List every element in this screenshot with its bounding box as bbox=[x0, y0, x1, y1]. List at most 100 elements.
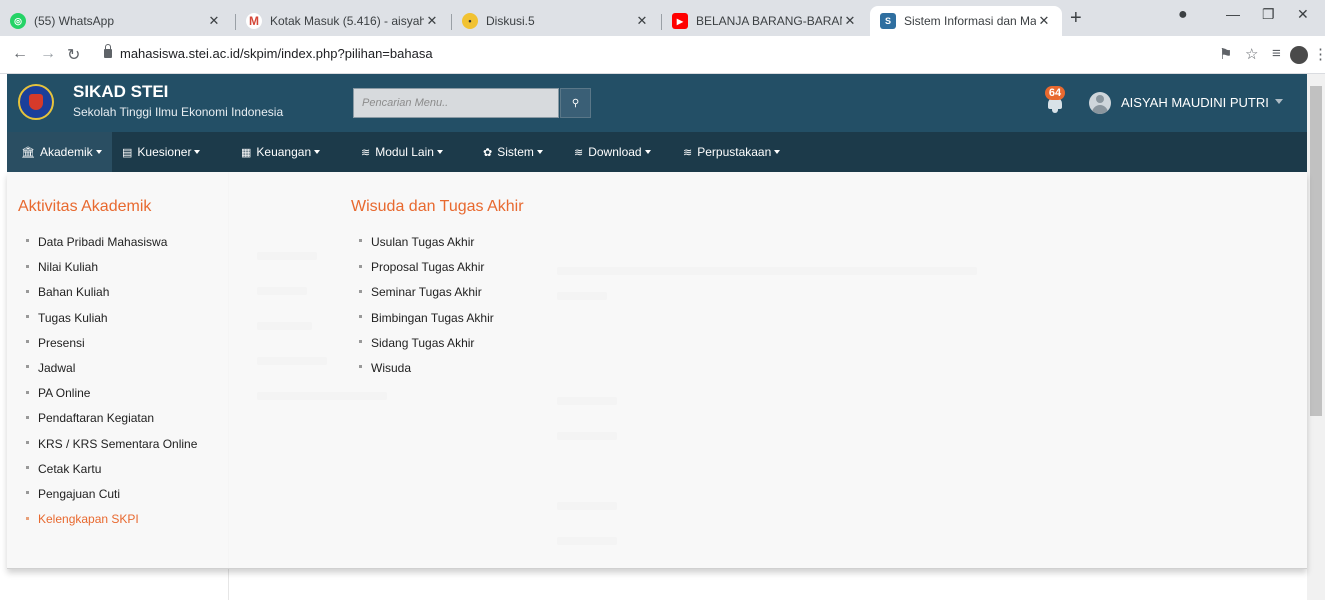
bullet-icon bbox=[26, 491, 29, 495]
menu-item[interactable]: Jadwal bbox=[26, 361, 75, 375]
menu-item-label: Pengajuan Cuti bbox=[38, 487, 121, 501]
menu-column-title: Aktivitas Akademik bbox=[18, 198, 152, 215]
tab-title: (55) WhatsApp bbox=[34, 14, 115, 28]
menu-item-label: Sidang Tugas Akhir bbox=[371, 335, 475, 350]
profile-avatar[interactable] bbox=[1290, 46, 1308, 64]
nav-keuangan[interactable]: ▦ Keuangan bbox=[241, 132, 321, 172]
browser-tab[interactable]: • Diskusi.5 ✕ bbox=[452, 6, 660, 36]
menu-column-title: Wisuda dan Tugas Akhir bbox=[351, 198, 524, 215]
menu-item[interactable]: Presensi bbox=[26, 336, 85, 350]
menu-item[interactable]: Pendaftaran Kegiatan bbox=[26, 411, 154, 425]
form-icon: ▤ bbox=[122, 146, 133, 159]
browser-tab[interactable]: ▶ BELANJA BARANG-BARANG ✕ bbox=[662, 6, 868, 36]
close-icon[interactable]: ✕ bbox=[206, 13, 222, 29]
tab-search-icon[interactable]: ● bbox=[1178, 6, 1188, 24]
menu-item[interactable]: Bimbingan Tugas Akhir bbox=[359, 311, 494, 325]
menu-item-label: Bahan Kuliah bbox=[38, 285, 110, 300]
menu-item[interactable]: Wisuda bbox=[359, 361, 411, 375]
tab-title: Sistem Informasi dan Manaje bbox=[904, 14, 1036, 28]
menu-item-label: KRS / KRS Sementara Online bbox=[38, 436, 198, 451]
user-name[interactable]: AISYAH MAUDINI PUTRI bbox=[1121, 95, 1269, 110]
akademik-dropdown-menu: Aktivitas Akademik Data Pribadi Mahasisw… bbox=[7, 172, 1307, 569]
forward-icon[interactable]: → bbox=[40, 45, 56, 63]
close-icon[interactable]: ✕ bbox=[424, 13, 440, 29]
menu-item[interactable]: Kelengkapan SKPI bbox=[26, 512, 139, 526]
translate-icon[interactable]: ⚑ bbox=[1219, 45, 1232, 63]
bullet-icon bbox=[359, 264, 362, 268]
browser-tab[interactable]: M Kotak Masuk (5.416) - aisyah ✕ bbox=[236, 6, 450, 36]
nav-label: Keuangan bbox=[256, 145, 312, 159]
new-tab-button[interactable]: + bbox=[1070, 8, 1082, 28]
menu-item[interactable]: PA Online bbox=[26, 386, 90, 400]
scrollbar-thumb[interactable] bbox=[1310, 86, 1322, 416]
menu-item-label: Proposal Tugas Akhir bbox=[371, 260, 485, 275]
bullet-icon bbox=[26, 440, 29, 444]
search-icon: ⚲ bbox=[571, 97, 580, 109]
brand-name: SIKAD STEI bbox=[73, 82, 169, 101]
close-icon[interactable]: ✕ bbox=[634, 13, 650, 29]
menu-search-input[interactable] bbox=[353, 88, 559, 118]
nav-download[interactable]: ≋ Download bbox=[574, 132, 651, 172]
menu-item[interactable]: Tugas Kuliah bbox=[26, 311, 108, 325]
nav-perpustakaan[interactable]: ≋ Perpustakaan bbox=[683, 132, 781, 172]
stei-logo bbox=[18, 84, 54, 120]
menu-item[interactable]: Bahan Kuliah bbox=[26, 285, 109, 299]
stack-icon: ≋ bbox=[574, 146, 584, 159]
bullet-icon bbox=[359, 289, 362, 293]
menu-icon[interactable]: ⋮ bbox=[1313, 45, 1325, 63]
close-icon[interactable]: ✕ bbox=[1036, 13, 1052, 29]
stack-icon: ≋ bbox=[683, 146, 693, 159]
nav-label: Sistem bbox=[497, 145, 534, 159]
menu-item[interactable]: Seminar Tugas Akhir bbox=[359, 285, 482, 299]
menu-item[interactable]: Data Pribadi Mahasiswa bbox=[26, 235, 167, 249]
site-icon: S bbox=[880, 13, 896, 29]
menu-item[interactable]: Pengajuan Cuti bbox=[26, 487, 120, 501]
restore-icon[interactable]: ❐ bbox=[1262, 6, 1275, 23]
nav-label: Perpustakaan bbox=[697, 145, 772, 159]
search-button[interactable]: ⚲ bbox=[560, 88, 591, 118]
bullet-icon bbox=[359, 340, 362, 344]
close-icon[interactable]: ✕ bbox=[842, 13, 858, 29]
page-icon: • bbox=[462, 13, 478, 29]
menu-item[interactable]: Proposal Tugas Akhir bbox=[359, 260, 484, 274]
menu-item[interactable]: Usulan Tugas Akhir bbox=[359, 235, 474, 249]
tab-title: BELANJA BARANG-BARANG bbox=[696, 14, 842, 28]
menu-item-label: PA Online bbox=[38, 386, 91, 401]
url-field[interactable]: mahasiswa.stei.ac.id/skpim/index.php?pil… bbox=[120, 46, 433, 61]
bullet-icon bbox=[26, 415, 29, 419]
bullet-icon bbox=[359, 239, 362, 243]
menu-column-aktivitas: Aktivitas Akademik Data Pribadi Mahasisw… bbox=[18, 198, 197, 526]
page-scrollbar[interactable] bbox=[1307, 74, 1325, 600]
browser-tab-bar: ◎ (55) WhatsApp ✕ M Kotak Masuk (5.416) … bbox=[0, 0, 1325, 36]
gear-icon: ✿ bbox=[483, 146, 493, 159]
nav-kuesioner[interactable]: ▤ Kuesioner bbox=[122, 132, 201, 172]
main-nav: 🏛 Akademik ▤ Kuesioner ▦ Keuangan ≋ Modu… bbox=[7, 132, 1307, 172]
reload-icon[interactable]: ↻ bbox=[67, 45, 80, 65]
stack-icon: ≋ bbox=[361, 146, 371, 159]
caret-down-icon bbox=[95, 150, 102, 154]
nav-modul-lain[interactable]: ≋ Modul Lain bbox=[361, 132, 443, 172]
notification-badge: 64 bbox=[1045, 86, 1065, 100]
minimize-icon[interactable]: — bbox=[1226, 6, 1240, 22]
bullet-icon bbox=[359, 365, 362, 369]
bookmark-star-icon[interactable]: ☆ bbox=[1245, 45, 1258, 63]
menu-item[interactable]: Sidang Tugas Akhir bbox=[359, 336, 474, 350]
browser-tab-active[interactable]: S Sistem Informasi dan Manaje ✕ bbox=[870, 6, 1062, 36]
back-icon[interactable]: ← bbox=[12, 45, 28, 63]
nav-akademik[interactable]: 🏛 Akademik bbox=[7, 132, 112, 172]
nav-sistem[interactable]: ✿ Sistem bbox=[483, 132, 543, 172]
window-close-icon[interactable]: ✕ bbox=[1297, 6, 1309, 23]
tab-title: Kotak Masuk (5.416) - aisyah bbox=[270, 14, 424, 28]
menu-item[interactable]: Nilai Kuliah bbox=[26, 260, 98, 274]
lock-icon bbox=[104, 44, 112, 58]
user-avatar[interactable] bbox=[1089, 92, 1111, 114]
bullet-icon bbox=[26, 390, 29, 394]
menu-item-label: Tugas Kuliah bbox=[38, 310, 108, 325]
chevron-down-icon[interactable] bbox=[1275, 99, 1283, 104]
browser-tab[interactable]: ◎ (55) WhatsApp ✕ bbox=[0, 6, 232, 36]
reading-list-icon[interactable]: ≡ bbox=[1272, 45, 1281, 62]
gmail-icon: M bbox=[246, 13, 262, 29]
menu-item[interactable]: KRS / KRS Sementara Online bbox=[26, 437, 197, 451]
bullet-icon bbox=[26, 239, 29, 243]
menu-item[interactable]: Cetak Kartu bbox=[26, 462, 101, 476]
